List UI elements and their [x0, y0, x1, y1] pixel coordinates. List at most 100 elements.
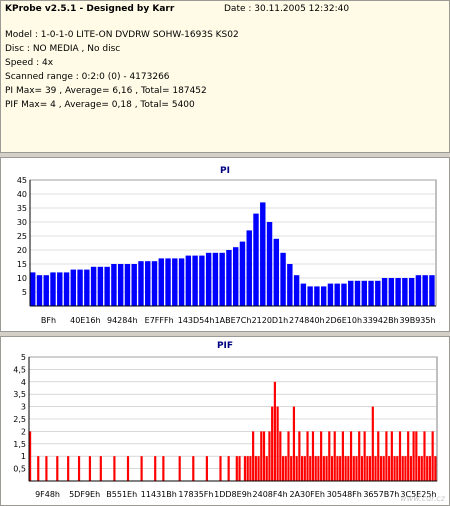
bar	[393, 456, 396, 481]
y-tick-label: 4,5	[13, 365, 26, 374]
bar	[420, 456, 423, 481]
bar	[67, 456, 70, 481]
pi-chart-panel: PI 45 40 35 30 25 20 15 10 5 BFh 40E16h 94284h E7FFF…	[0, 157, 450, 332]
bar	[379, 456, 383, 481]
bar	[388, 456, 391, 481]
bar	[88, 456, 92, 481]
bar	[404, 456, 407, 481]
bar	[336, 456, 339, 481]
bar	[382, 456, 385, 481]
bar	[366, 456, 369, 481]
bar	[205, 456, 208, 481]
x-tick-label: 2120D1h	[252, 316, 289, 325]
x-tick-label: 33942Bh	[363, 316, 399, 325]
x-tick-label: 94284h	[107, 316, 138, 325]
bar	[138, 261, 144, 306]
bar	[334, 283, 340, 306]
bar	[298, 431, 301, 481]
bar	[407, 431, 410, 481]
y-tick-label: 5	[22, 288, 27, 297]
bar	[311, 431, 315, 481]
bar	[162, 456, 165, 481]
scan-date: Date : 30.11.2005 12:32:40	[224, 4, 350, 14]
x-tick-label: 5DF9Eh	[69, 490, 100, 499]
x-tick-label: 1DD8E9h	[214, 490, 252, 499]
bar	[111, 264, 117, 306]
model-line: Model : 1-0-1-0 LITE-ON DVDRW SOHW-1693S…	[5, 30, 239, 40]
bar	[185, 255, 192, 306]
bar	[219, 456, 222, 481]
bar	[268, 431, 271, 481]
bar	[254, 456, 257, 481]
bar	[314, 456, 317, 481]
bar	[327, 283, 334, 306]
y-tick-label: 3,5	[13, 390, 26, 399]
bar	[374, 456, 377, 481]
bar	[57, 272, 63, 306]
bar	[50, 272, 56, 306]
x-tick-label: B551Eh	[106, 490, 137, 499]
y-tick-label: 0,5	[13, 465, 26, 474]
bar	[56, 456, 59, 481]
bar	[417, 456, 421, 481]
bar	[295, 456, 298, 481]
y-tick-label: 30	[17, 218, 27, 227]
x-tick-label: 40E16h	[70, 316, 100, 325]
bar	[235, 456, 238, 481]
bar	[385, 431, 388, 481]
bar	[63, 272, 70, 306]
bar	[70, 269, 77, 306]
x-tick-label: 2408F4h	[253, 490, 288, 499]
bar	[266, 222, 273, 306]
bar	[344, 456, 347, 481]
x-tick-label: 3657B7h	[363, 490, 399, 499]
bar	[347, 456, 350, 481]
x-tick-label: 143D54h	[178, 316, 215, 325]
bar	[117, 264, 124, 306]
app-title: KProbe v2.5.1 - Designed by Karr	[5, 4, 175, 14]
bar	[226, 250, 232, 306]
bar	[287, 431, 290, 481]
bar	[145, 261, 151, 306]
y-tick-label: 3	[21, 403, 26, 412]
bar	[368, 280, 374, 306]
bar	[422, 275, 428, 306]
bar	[388, 278, 395, 306]
x-tick-label: 30548Fh	[327, 490, 362, 499]
bar	[280, 252, 286, 306]
bar	[358, 431, 361, 481]
info-panel: KProbe v2.5.1 - Designed by Karr Date : …	[0, 0, 450, 153]
bar	[227, 456, 230, 481]
bar	[287, 264, 293, 306]
bar	[402, 278, 408, 306]
bar	[301, 456, 304, 481]
bar	[36, 275, 43, 306]
bar	[239, 241, 246, 306]
bar	[246, 456, 249, 481]
bar	[339, 456, 342, 481]
bar	[113, 456, 116, 481]
bar	[284, 456, 287, 481]
bar	[262, 431, 266, 481]
bar	[151, 261, 158, 306]
bar	[126, 456, 130, 481]
bar	[192, 456, 195, 481]
bar	[154, 456, 157, 481]
bar	[360, 456, 364, 481]
bar	[328, 431, 331, 481]
bar	[320, 431, 323, 481]
bar	[415, 275, 422, 306]
bar	[276, 406, 279, 481]
bar	[243, 456, 247, 481]
bar	[396, 456, 399, 481]
bar	[363, 431, 366, 481]
bar	[84, 269, 90, 306]
x-tick-label: BFh	[41, 316, 56, 325]
bar	[395, 278, 401, 306]
bar	[131, 264, 137, 306]
bar	[30, 272, 36, 306]
bar	[355, 456, 358, 481]
bar	[233, 247, 239, 306]
bar	[205, 252, 212, 306]
bar	[314, 286, 320, 306]
